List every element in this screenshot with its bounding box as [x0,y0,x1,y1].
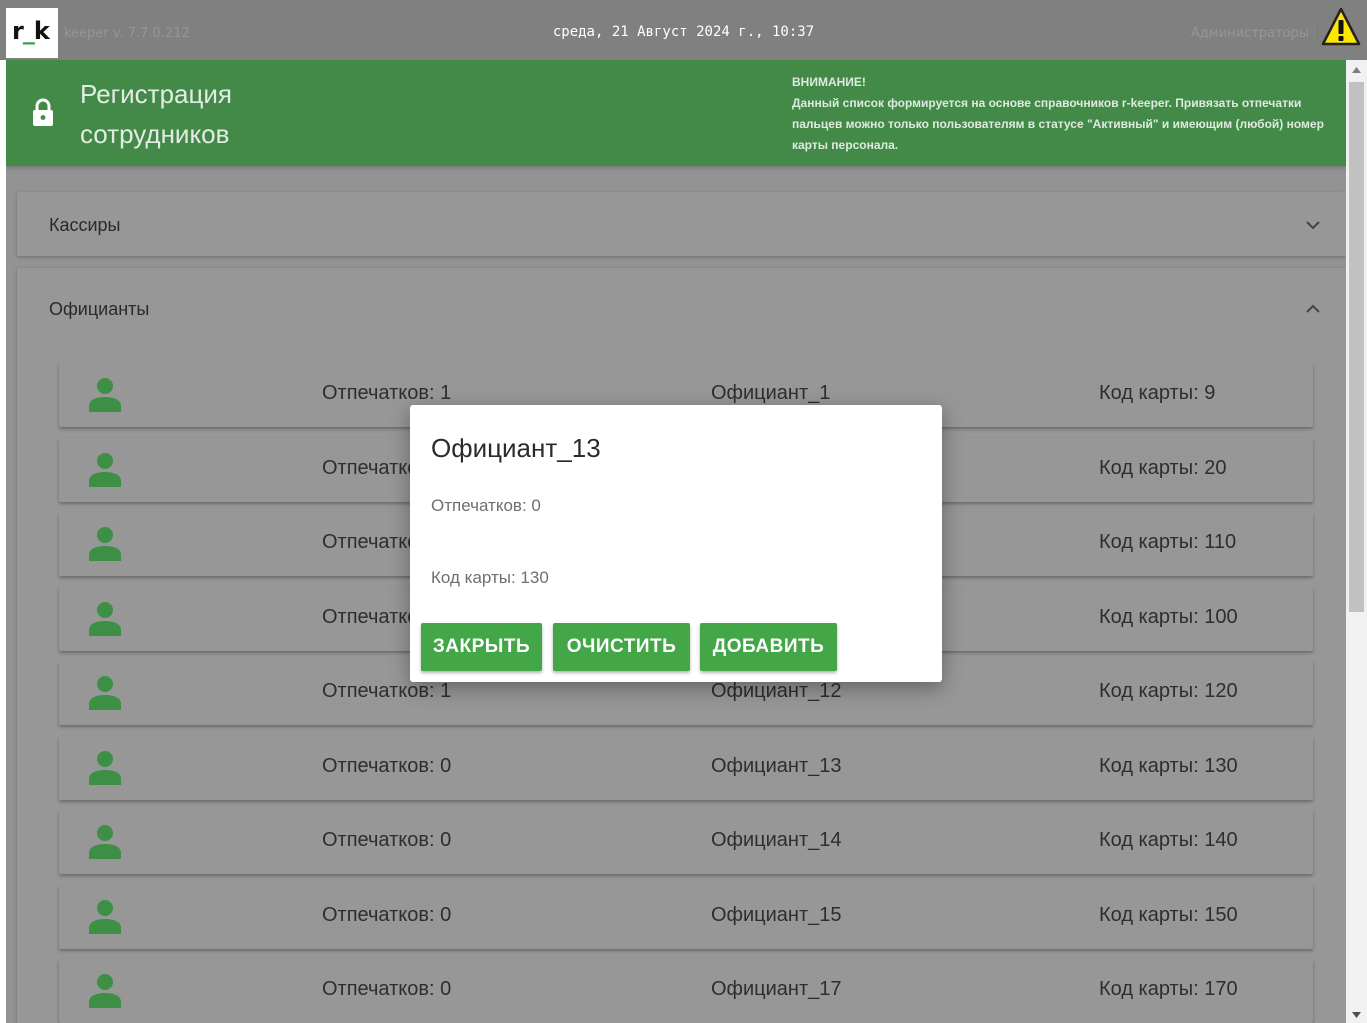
page-header: Регистрация сотрудников ВНИМАНИЕ! Данный… [6,60,1346,166]
waiter-name: Официант_12 [711,680,842,702]
waiter-card-code: Код карты: 170 [1099,978,1238,1000]
waiter-row[interactable]: Отпечатков: 0 Официант_15 Код карты: 150 [59,884,1313,949]
person-icon [89,378,121,412]
section-cashiers[interactable]: Кассиры [17,192,1346,256]
waiter-name: Официант_15 [711,903,842,926]
waiter-prints-count: Отпечатков: 0 [322,978,452,1000]
scrollbar-thumb[interactable] [1349,82,1364,612]
system-topbar: r_k keeper v. 7.7.0.212 среда, 21 Август… [0,0,1367,60]
scroll-up-arrow-icon[interactable] [1351,66,1362,74]
current-user-label[interactable]: Администраторы I [1191,26,1315,41]
section-cashiers-label: Кассиры [49,215,121,235]
vertical-scrollbar[interactable] [1346,60,1367,1023]
person-icon [89,750,121,785]
scroll-down-arrow-icon[interactable] [1351,1011,1362,1019]
waiter-name: Официант_14 [711,829,842,851]
datetime-label: среда, 21 Август 2024 г., 10:37 [552,24,815,40]
waiter-card-code: Код карты: 100 [1099,605,1238,628]
warning-triangle-icon[interactable] [1321,6,1361,48]
person-icon [89,825,121,859]
waiter-card-code: Код карты: 150 [1099,903,1238,926]
chevron-up-icon[interactable] [1304,303,1322,315]
waiter-prints-count: Отпечатков: 1 [322,382,452,404]
waiter-name: Официант_13 [711,754,842,777]
waiter-row[interactable]: Отпечатков: 0 Официант_14 Код карты: 140 [59,810,1313,874]
dialog-title: Официант_13 [431,433,601,463]
clear-button[interactable]: ОЧИСТИТЬ [553,623,690,671]
lock-icon [33,98,53,126]
add-button[interactable]: ДОБАВИТЬ [700,623,837,671]
waiter-prints-count: Отпечатков: 1 [322,680,452,702]
notice-text: Данный список формируется на основе спра… [792,96,1324,152]
person-icon [89,452,121,487]
section-waiters-label[interactable]: Официанты [49,299,149,320]
waiter-name: Официант_17 [711,978,842,1000]
close-button[interactable]: ЗАКРЫТЬ [421,623,542,671]
waiter-row[interactable]: Отпечатков: 0 Официант_13 Код карты: 130 [59,735,1313,800]
notice-heading: ВНИМАНИЕ! [792,75,866,89]
employee-dialog: Официант_13 Отпечатков: 0 Код карты: 130… [410,405,942,682]
waiter-card-code: Код карты: 110 [1099,531,1237,553]
chevron-down-icon[interactable] [1304,219,1322,231]
waiter-prints-count: Отпечатков: 0 [322,829,452,851]
person-icon [89,899,121,934]
waiter-card-code: Код карты: 20 [1099,456,1227,479]
person-icon [89,676,121,710]
page-title: Регистрация сотрудников [80,79,232,149]
waiter-name: Официант_1 [711,382,831,404]
dialog-prints-count: Отпечатков: 0 [431,496,541,515]
waiter-prints-count: Отпечатков: 0 [322,903,452,926]
waiter-card-code: Код карты: 140 [1099,829,1238,851]
person-icon [89,527,121,561]
waiter-card-code: Код карты: 130 [1099,754,1238,777]
waiter-card-code: Код карты: 9 [1099,382,1216,404]
waiter-row[interactable]: Отпечатков: 0 Официант_17 Код карты: 170 [59,959,1313,1023]
waiter-card-code: Код карты: 120 [1099,680,1238,702]
person-icon [89,974,121,1008]
attention-notice: ВНИМАНИЕ! Данный список формируется на о… [792,72,1332,156]
person-icon [89,601,121,636]
waiter-prints-count: Отпечатков: 0 [322,754,452,777]
dialog-card-code: Код карты: 130 [431,568,549,587]
